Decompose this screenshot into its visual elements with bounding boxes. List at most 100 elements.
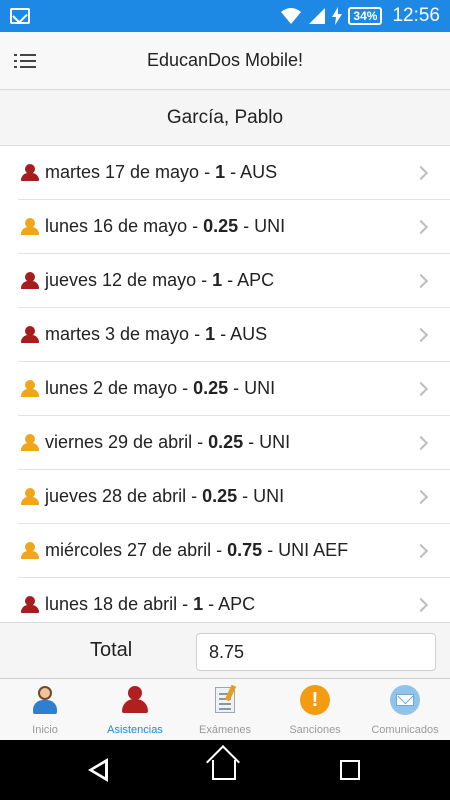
bottom-tab-bar: Inicio Asistencias Exámenes ! Sanciones … xyxy=(0,678,450,740)
attendance-text: lunes 18 de abril - 1 - APC xyxy=(45,594,255,615)
attendance-date: lunes 18 de abril xyxy=(45,594,178,614)
person-icon xyxy=(21,326,39,344)
attendance-text: lunes 2 de mayo - 0.25 - UNI xyxy=(45,378,275,399)
attendance-value: 1 xyxy=(205,324,216,344)
attendance-person-icon xyxy=(120,685,150,715)
tab-label: Comunicados xyxy=(371,724,439,736)
separator: - xyxy=(192,432,209,452)
attendance-text: jueves 28 de abril - 0.25 - UNI xyxy=(45,486,284,507)
separator: - xyxy=(186,486,203,506)
tab-sanciones[interactable]: ! Sanciones xyxy=(270,679,360,740)
separator: - xyxy=(222,270,238,290)
chevron-right-icon xyxy=(413,273,429,289)
home-user-icon xyxy=(30,685,60,715)
attendance-value: 0.75 xyxy=(227,540,263,560)
separator: - xyxy=(187,216,204,236)
person-icon xyxy=(21,218,39,236)
list-item[interactable]: lunes 16 de mayo - 0.25 - UNI xyxy=(18,200,450,254)
list-item[interactable]: viernes 29 de abril - 0.25 - UNI xyxy=(18,416,450,470)
attendance-date: martes 3 de mayo xyxy=(45,324,190,344)
attendance-code: AUS xyxy=(230,324,268,344)
attendance-value: 0.25 xyxy=(208,432,244,452)
separator: - xyxy=(243,432,260,452)
separator: - xyxy=(211,540,228,560)
tab-inicio[interactable]: Inicio xyxy=(0,679,90,740)
separator: - xyxy=(228,378,245,398)
mail-icon xyxy=(390,685,420,715)
list-item[interactable]: lunes 2 de mayo - 0.25 - UNI xyxy=(18,362,450,416)
tab-label: Sanciones xyxy=(289,724,341,736)
warning-icon: ! xyxy=(300,685,330,715)
app-title: EducanDos Mobile! xyxy=(146,50,304,70)
list-item[interactable]: martes 3 de mayo - 1 - AUS xyxy=(18,308,450,362)
recent-apps-icon[interactable] xyxy=(340,760,360,780)
person-icon xyxy=(21,164,39,182)
attendance-value: 1 xyxy=(215,162,226,182)
list-item[interactable]: jueves 12 de mayo - 1 - APC xyxy=(18,254,450,308)
system-nav-bar xyxy=(0,740,450,800)
chevron-right-icon xyxy=(413,435,429,451)
separator: - xyxy=(203,594,219,614)
list-item[interactable]: miércoles 27 de abril - 0.75 - UNI AEF xyxy=(18,524,450,578)
attendance-text: viernes 29 de abril - 0.25 - UNI xyxy=(45,432,290,453)
person-icon xyxy=(21,488,39,506)
attendance-text: miércoles 27 de abril - 0.75 - UNI AEF xyxy=(45,540,348,561)
attendance-value: 1 xyxy=(212,270,223,290)
attendance-value: 0.25 xyxy=(202,486,238,506)
tab-asistencias[interactable]: Asistencias xyxy=(90,679,180,740)
home-icon[interactable] xyxy=(212,760,236,780)
separator: - xyxy=(196,270,213,290)
chevron-right-icon xyxy=(413,489,429,505)
attendance-value: 1 xyxy=(193,594,204,614)
attendance-date: jueves 28 de abril xyxy=(45,486,187,506)
attendance-code: UNI xyxy=(253,486,285,506)
tab-label: Asistencias xyxy=(107,724,163,736)
chevron-right-icon xyxy=(413,597,429,613)
chevron-right-icon xyxy=(413,327,429,343)
attendance-code: UNI xyxy=(259,432,291,452)
signal-icon xyxy=(309,8,326,24)
separator: - xyxy=(177,378,194,398)
tab-comunicados[interactable]: Comunicados xyxy=(360,679,450,740)
attendance-date: jueves 12 de mayo xyxy=(45,270,197,290)
person-icon xyxy=(21,380,39,398)
status-icons: 34% 12:56 xyxy=(280,0,440,32)
attendance-code: APC xyxy=(237,270,275,290)
attendance-date: martes 17 de mayo xyxy=(45,162,200,182)
separator: - xyxy=(199,162,216,182)
attendance-text: martes 3 de mayo - 1 - AUS xyxy=(45,324,267,345)
attendance-date: miércoles 27 de abril xyxy=(45,540,212,560)
attendance-text: jueves 12 de mayo - 1 - APC xyxy=(45,270,274,291)
attendance-list: martes 17 de mayo - 1 - AUS lunes 16 de m… xyxy=(0,146,450,622)
chevron-right-icon xyxy=(413,219,429,235)
app-bar: EducanDos Mobile! xyxy=(0,32,450,90)
list-item[interactable]: jueves 28 de abril - 0.25 - UNI xyxy=(18,470,450,524)
chevron-right-icon xyxy=(413,165,429,181)
list-item[interactable]: lunes 18 de abril - 1 - APC xyxy=(18,578,450,622)
attendance-value: 0.25 xyxy=(193,378,229,398)
person-icon xyxy=(21,272,39,290)
separator: - xyxy=(238,216,255,236)
person-icon xyxy=(21,542,39,560)
chevron-right-icon xyxy=(413,543,429,559)
tab-label: Exámenes xyxy=(199,724,251,736)
back-icon[interactable] xyxy=(88,758,108,782)
wifi-icon xyxy=(281,8,302,24)
status-bar: 34% 12:56 xyxy=(0,0,450,32)
mail-icon xyxy=(10,8,30,24)
attendance-code: UNI AEF xyxy=(278,540,349,560)
separator: - xyxy=(262,540,279,560)
chevron-right-icon xyxy=(413,381,429,397)
separator: - xyxy=(237,486,254,506)
attendance-date: lunes 2 de mayo xyxy=(45,378,178,398)
charging-icon xyxy=(332,7,343,25)
separator: - xyxy=(189,324,206,344)
tab-examenes[interactable]: Exámenes xyxy=(180,679,270,740)
list-item[interactable]: martes 17 de mayo - 1 - AUS xyxy=(18,146,450,200)
attendance-date: viernes 29 de abril xyxy=(45,432,193,452)
attendance-text: lunes 16 de mayo - 0.25 - UNI xyxy=(45,216,285,237)
total-field[interactable]: 8.75 xyxy=(196,633,436,671)
person-icon xyxy=(21,596,39,614)
attendance-date: lunes 16 de mayo xyxy=(45,216,188,236)
separator: - xyxy=(215,324,231,344)
